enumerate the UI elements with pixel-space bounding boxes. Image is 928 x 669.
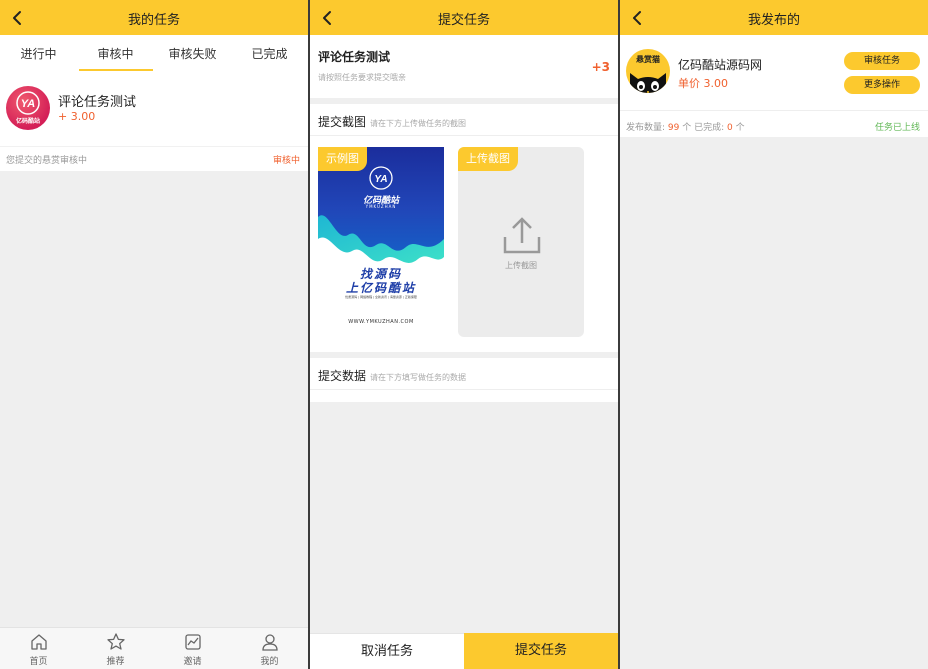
example-badge: 示例图 xyxy=(318,147,367,171)
section-title: 提交截图 请在下方上传做任务的截图 xyxy=(318,113,466,130)
task-subtitle: 请按照任务要求提交哦亲 xyxy=(318,73,406,82)
home-icon xyxy=(30,634,47,650)
section-hint: 请在下方填写做任务的数据 xyxy=(370,373,467,382)
submit-task-header: 提交任务 xyxy=(310,0,618,35)
task-reward: +3 xyxy=(591,60,610,74)
more-actions-button[interactable]: 更多操作 xyxy=(844,76,920,94)
upload-badge: 上传截图 xyxy=(458,147,518,171)
upload-icon xyxy=(503,217,541,254)
task-reward: + 3.00 xyxy=(58,110,96,123)
publish-stats: 发布数量: 99 个 已完成: 0 个 xyxy=(626,120,745,133)
invite-icon xyxy=(184,634,201,650)
task-online-status: 任务已上线 xyxy=(874,123,920,133)
divider xyxy=(310,389,618,390)
review-task-button[interactable]: 审核任务 xyxy=(844,52,920,70)
user-icon xyxy=(261,634,278,651)
tab-review-failed[interactable]: 审核失败 xyxy=(154,45,231,62)
task-logo: YA 亿码酷站 xyxy=(6,86,50,130)
nav-item-mine[interactable]: 我的 xyxy=(231,632,308,667)
upload-label: 上传截图 xyxy=(505,261,537,270)
upload-screenshot-box[interactable]: 上传截图 上传截图 xyxy=(458,147,584,337)
task-card[interactable]: YA 亿码酷站 评论任务测试 + 3.00 您提交的悬赏审核中 审核中 xyxy=(0,71,308,171)
task-name: 评论任务测试 xyxy=(58,95,137,110)
completed-label: 个 已完成: xyxy=(682,123,725,133)
status-badge: 审核中 xyxy=(272,156,300,166)
section-title: 提交数据 请在下方填写做任务的数据 xyxy=(318,367,466,384)
nav-label: 我的 xyxy=(260,657,279,667)
bottom-nav: 首页 推荐 邀请 我的 xyxy=(0,627,308,669)
published-count: 99 xyxy=(667,123,680,133)
my-published-screen: 我发布的 悬赏猫 亿码酷站源码网 单价 3.00 审核任务 更多操作 发布数量:… xyxy=(620,0,928,669)
submit-task-screen: 提交任务 评论任务测试 请按照任务要求提交哦亲 +3 提交截图 请在下方上传做任务… xyxy=(310,0,618,669)
poster-line2: 上亿码酷站 xyxy=(345,281,416,295)
poster-url: WWW.YMKUZHAN.COM xyxy=(348,319,414,325)
my-tasks-header: 我的任务 xyxy=(0,0,308,35)
ya-logo-icon: YA xyxy=(16,91,40,115)
unit-label: 个 xyxy=(735,123,745,133)
nav-item-invite[interactable]: 邀请 xyxy=(154,632,231,667)
completed-count: 0 xyxy=(727,123,733,133)
poster-tags: 优质源码 | 网络教程 | 全新资讯 | 海量资源 | 正版保障 xyxy=(345,295,417,299)
task-tabs: 进行中 审核中 审核失败 已完成 xyxy=(0,35,308,71)
avatar: 悬赏猫 xyxy=(626,49,670,93)
screenshot-section: 提交截图 请在下方上传做任务的截图 YA 亿码酷站 YMKUZHAN 找源码 上… xyxy=(310,104,618,352)
section-hint: 请在下方上传做任务的截图 xyxy=(370,119,467,128)
task-title: 评论任务测试 xyxy=(318,50,391,64)
page-title: 我发布的 xyxy=(747,13,800,28)
example-poster: YA xyxy=(318,147,444,337)
section-title-text: 提交截图 xyxy=(318,115,367,129)
nav-item-home[interactable]: 首页 xyxy=(0,632,77,667)
data-section: 提交数据 请在下方填写做任务的数据 xyxy=(310,358,618,402)
my-tasks-screen: 我的任务 进行中 审核中 审核失败 已完成 YA 亿码酷站 评论任务测试 + 3… xyxy=(0,0,308,669)
nav-label: 首页 xyxy=(29,657,48,667)
published-label: 发布数量: xyxy=(626,123,666,133)
divider xyxy=(310,135,618,136)
avatar-text: 悬赏猫 xyxy=(636,55,660,64)
tab-under-review[interactable]: 审核中 xyxy=(77,45,154,62)
nav-label: 邀请 xyxy=(183,657,202,667)
submit-task-button[interactable]: 提交任务 xyxy=(464,633,618,669)
task-info-card: 评论任务测试 请按照任务要求提交哦亲 +3 xyxy=(310,35,618,98)
example-image[interactable]: YA 亿码酷站 YMKUZHAN 找源码 上亿码酷站 优质源码 | 网络教程 |… xyxy=(318,147,444,337)
publisher-name: 亿码酷站源码网 xyxy=(678,58,763,72)
page-title: 提交任务 xyxy=(437,13,490,28)
tab-in-progress[interactable]: 进行中 xyxy=(0,45,77,62)
nav-label: 推荐 xyxy=(106,657,125,667)
divider xyxy=(620,110,928,111)
page-title: 我的任务 xyxy=(127,13,180,28)
unit-price: 单价 3.00 xyxy=(678,77,728,90)
cancel-task-button[interactable]: 取消任务 xyxy=(310,633,464,669)
poster-brand-en: YMKUZHAN xyxy=(365,204,397,209)
task-status-text: 您提交的悬赏审核中 xyxy=(6,156,88,166)
divider xyxy=(0,146,308,147)
nav-item-recommend[interactable]: 推荐 xyxy=(77,632,154,667)
logo-brand-text: 亿码酷站 xyxy=(15,118,40,125)
svg-text:YA: YA xyxy=(21,98,36,110)
black-cat-icon xyxy=(630,73,666,93)
section-title-text: 提交数据 xyxy=(318,369,367,383)
my-published-header: 我发布的 xyxy=(620,0,928,35)
svg-text:YA: YA xyxy=(374,174,387,185)
tab-completed[interactable]: 已完成 xyxy=(231,45,308,62)
star-icon xyxy=(106,633,125,650)
